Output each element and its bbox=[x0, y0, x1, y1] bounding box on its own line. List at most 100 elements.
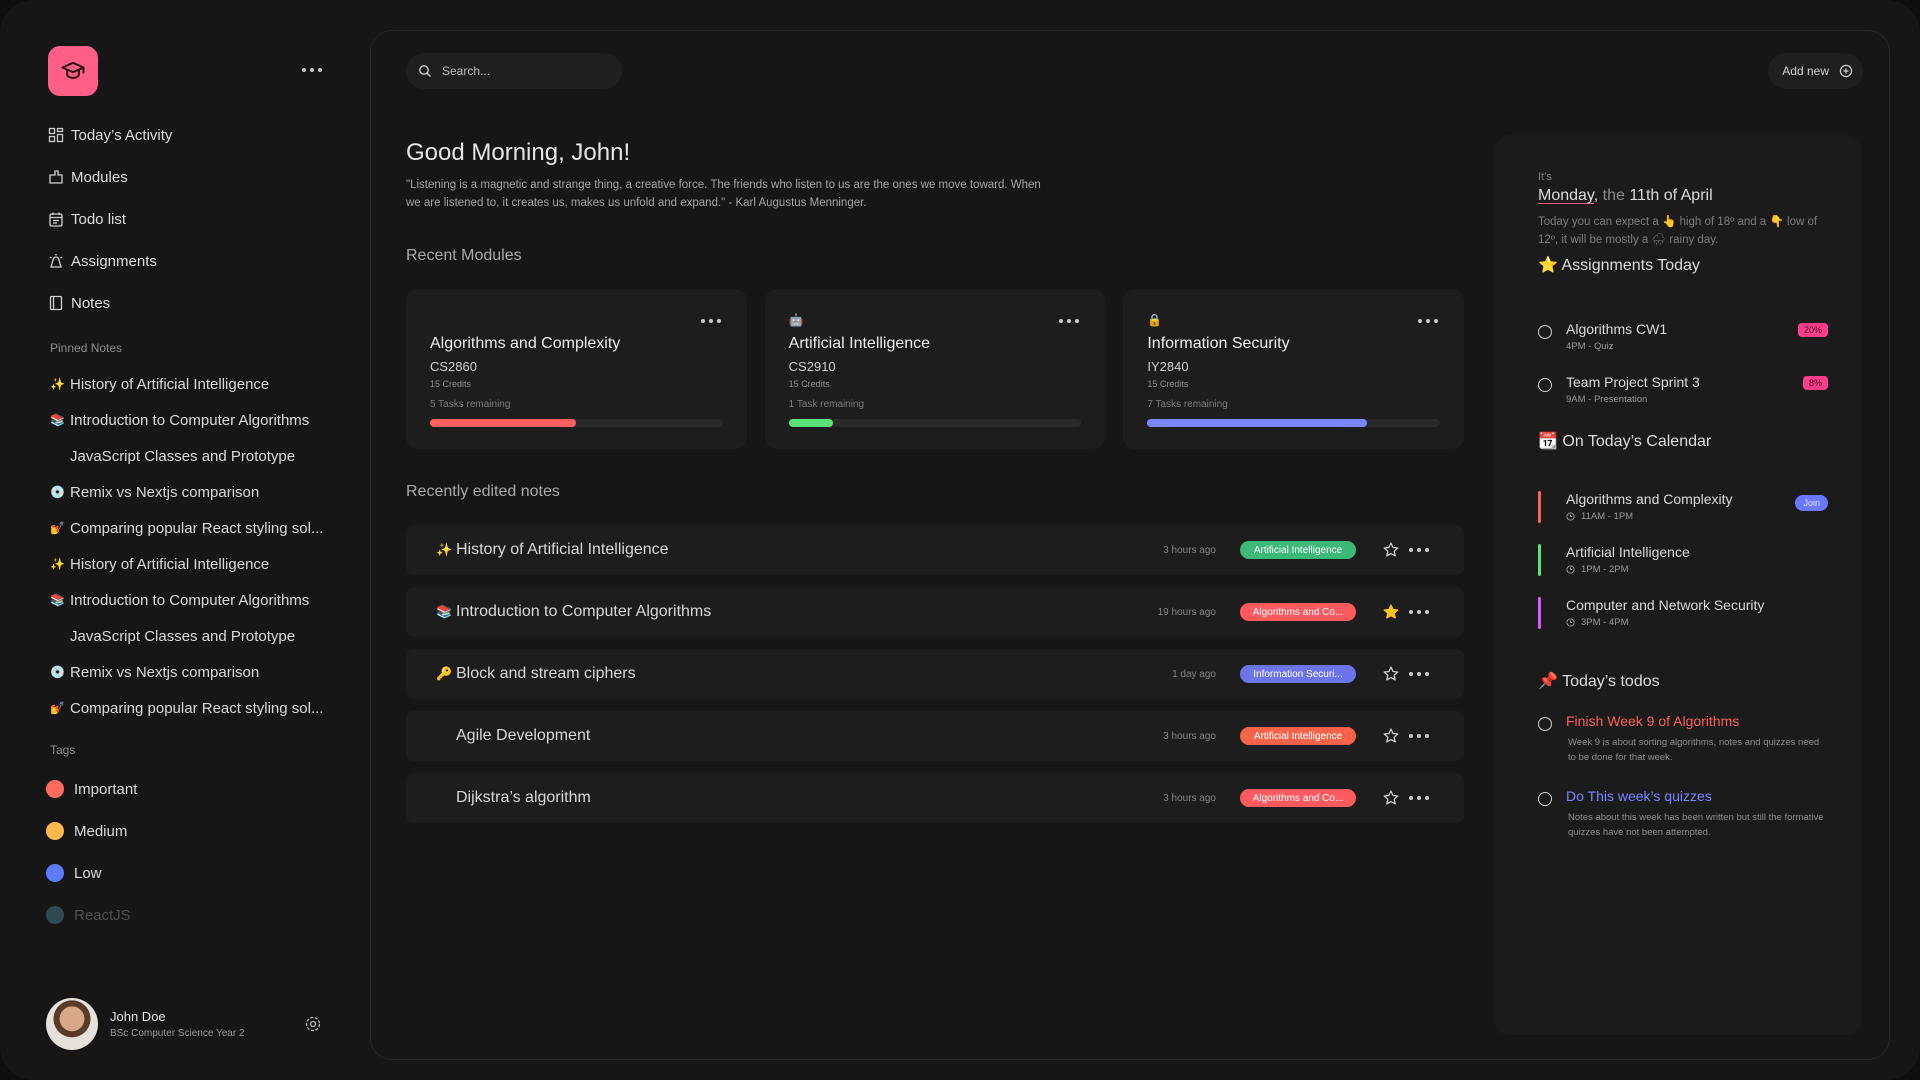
comma: , bbox=[1593, 187, 1603, 204]
search-bar[interactable] bbox=[406, 53, 622, 89]
note-more-button[interactable] bbox=[1409, 548, 1429, 552]
todo-checkbox[interactable] bbox=[1538, 717, 1552, 731]
nav-item-label: Today’s Activity bbox=[71, 126, 173, 144]
pinned-note[interactable]: ✨ History of Artificial Intelligence bbox=[50, 546, 340, 582]
todo-checkbox[interactable] bbox=[1538, 792, 1552, 806]
note-title: Agile Development bbox=[456, 727, 591, 744]
nav-item-assignments[interactable]: Assignments bbox=[48, 240, 338, 282]
tag-important[interactable]: Important bbox=[46, 768, 336, 810]
pinned-note-label: JavaScript Classes and Prototype bbox=[70, 627, 296, 645]
pinned-note[interactable]: 💅 Comparing popular React styling sol... bbox=[50, 510, 340, 546]
tag-color-dot bbox=[46, 780, 64, 798]
nav-item-notes[interactable]: Notes bbox=[48, 282, 338, 324]
event-title: Algorithms and Complexity bbox=[1566, 491, 1733, 507]
module-tasks: 7 Tasks remaining bbox=[1147, 399, 1228, 410]
assignment-title: Team Project Sprint 3 bbox=[1566, 374, 1700, 390]
pinned-note-label: Introduction to Computer Algorithms bbox=[70, 591, 310, 609]
assignment-subtitle: 4PM - Quiz bbox=[1566, 341, 1614, 352]
nav-item-todays-activity[interactable]: Today’s Activity bbox=[48, 114, 338, 156]
module-tasks: 5 Tasks remaining bbox=[430, 399, 511, 410]
join-button[interactable]: Join bbox=[1795, 495, 1828, 511]
nav-item-modules[interactable]: Modules bbox=[48, 156, 338, 198]
robot-icon: 🤖 bbox=[788, 313, 804, 327]
note-tag[interactable]: Artificial Intelligence bbox=[1240, 541, 1356, 559]
note-row[interactable]: Agile Development 3 hours ago Artificial… bbox=[406, 711, 1464, 761]
todos-heading-label: Today’s todos bbox=[1562, 673, 1660, 690]
event-time-text: 3PM - 4PM bbox=[1581, 617, 1629, 628]
pinned-note[interactable]: ✨ History of Artificial Intelligence bbox=[50, 366, 340, 402]
star-icon[interactable] bbox=[1382, 727, 1400, 750]
note-more-button[interactable] bbox=[1409, 796, 1429, 800]
module-card[interactable]: 🤖 Artificial Intelligence CS2910 15 Cred… bbox=[764, 289, 1106, 449]
module-title: Algorithms and Complexity bbox=[430, 335, 621, 352]
pinned-note-label: Remix vs Nextjs comparison bbox=[70, 483, 260, 501]
module-more-button[interactable] bbox=[1418, 319, 1439, 323]
assignment-checkbox[interactable] bbox=[1538, 378, 1552, 392]
note-row[interactable]: Dijkstra’s algorithm 3 hours ago Algorit… bbox=[406, 773, 1464, 823]
pinned-note[interactable]: JavaScript Classes and Prototype bbox=[50, 618, 340, 654]
calendar-event[interactable]: Artificial Intelligence 1PM - 2PM bbox=[1538, 544, 1828, 584]
nav-item-label: Notes bbox=[71, 294, 111, 312]
tag-low[interactable]: Low bbox=[46, 852, 336, 894]
pinned-notes-label: Pinned Notes bbox=[50, 341, 123, 355]
note-row[interactable]: 🔑 Block and stream ciphers 1 day ago Inf… bbox=[406, 649, 1464, 699]
user-profile[interactable]: John Doe BSc Computer Science Year 2 bbox=[46, 998, 326, 1050]
nail-polish-icon: 💅 bbox=[50, 701, 65, 715]
sparkles-icon: ✨ bbox=[50, 377, 65, 391]
note-more-button[interactable] bbox=[1409, 672, 1429, 676]
pinned-note[interactable]: 💿 Remix vs Nextjs comparison bbox=[50, 654, 340, 690]
pinned-note[interactable]: 📚 Introduction to Computer Algorithms bbox=[50, 582, 340, 618]
tag-medium[interactable]: Medium bbox=[46, 810, 336, 852]
module-more-button[interactable] bbox=[1059, 319, 1080, 323]
module-card[interactable]: 🔒 Information Security IY2840 15 Credits… bbox=[1123, 289, 1465, 449]
note-row[interactable]: ✨ History of Artificial Intelligence 3 h… bbox=[406, 525, 1464, 575]
sidebar-more-button[interactable] bbox=[302, 68, 322, 72]
note-row[interactable]: 📚 Introduction to Computer Algorithms 19… bbox=[406, 587, 1464, 637]
note-tag[interactable]: Algorithms and Co... bbox=[1240, 603, 1356, 621]
tag-reactjs[interactable]: ReactJS bbox=[46, 894, 336, 936]
user-subtitle: BSc Computer Science Year 2 bbox=[110, 1028, 245, 1039]
module-more-button[interactable] bbox=[700, 319, 721, 323]
todo-title[interactable]: Finish Week 9 of Algorithms bbox=[1566, 713, 1739, 729]
note-tag[interactable]: Information Securi... bbox=[1240, 665, 1356, 683]
calendar-emoji-icon: 📆 bbox=[1538, 433, 1558, 450]
note-more-button[interactable] bbox=[1409, 610, 1429, 614]
star-icon[interactable] bbox=[1382, 603, 1400, 626]
nail-polish-icon: 💅 bbox=[50, 521, 65, 535]
tag-label: Medium bbox=[74, 822, 128, 840]
assignment-checkbox[interactable] bbox=[1538, 325, 1552, 339]
note-time: 1 day ago bbox=[1172, 668, 1216, 680]
pinned-note-label: History of Artificial Intelligence bbox=[70, 555, 270, 573]
weather-text: high of 18º and a bbox=[1679, 216, 1767, 228]
assignments-heading: ⭐ Assignments Today bbox=[1538, 255, 1700, 275]
module-title: Artificial Intelligence bbox=[788, 335, 931, 352]
note-tag[interactable]: Artificial Intelligence bbox=[1240, 727, 1356, 745]
add-new-button[interactable]: Add new bbox=[1768, 53, 1863, 89]
pinned-note[interactable]: 💅 Comparing popular React styling sol... bbox=[50, 690, 340, 726]
pinned-note-label: JavaScript Classes and Prototype bbox=[70, 447, 296, 465]
note-more-button[interactable] bbox=[1409, 734, 1429, 738]
star-icon[interactable] bbox=[1382, 789, 1400, 812]
star-icon[interactable] bbox=[1382, 541, 1400, 564]
calendar-event[interactable]: Algorithms and Complexity 11AM - 1PM Joi… bbox=[1538, 491, 1828, 531]
pinned-note-label: Introduction to Computer Algorithms bbox=[70, 411, 310, 429]
calendar-event[interactable]: Computer and Network Security 3PM - 4PM bbox=[1538, 597, 1828, 637]
app-logo[interactable] bbox=[48, 46, 98, 96]
assignment-subtitle: 9AM - Presentation bbox=[1566, 394, 1648, 405]
pinned-note[interactable]: 📚 Introduction to Computer Algorithms bbox=[50, 402, 340, 438]
main-panel: Add new Good Morning, John! "Listening i… bbox=[370, 30, 1890, 1060]
notebook-icon bbox=[48, 295, 64, 311]
star-icon[interactable] bbox=[1382, 665, 1400, 688]
todo-title[interactable]: Do This week’s quizzes bbox=[1566, 788, 1712, 804]
assignment-item: Team Project Sprint 3 9AM - Presentation… bbox=[1538, 374, 1828, 414]
settings-gear-icon[interactable] bbox=[304, 1015, 322, 1038]
pinned-note[interactable]: JavaScript Classes and Prototype bbox=[50, 438, 340, 474]
note-tag[interactable]: Algorithms and Co... bbox=[1240, 789, 1356, 807]
search-input[interactable] bbox=[442, 64, 592, 78]
date-text: 11th of April bbox=[1629, 187, 1713, 204]
module-card[interactable]: Algorithms and Complexity CS2860 15 Cred… bbox=[406, 289, 747, 449]
sparkles-icon: ✨ bbox=[436, 542, 453, 557]
nav-item-todo-list[interactable]: Todo list bbox=[48, 198, 338, 240]
pinned-note[interactable]: 💿 Remix vs Nextjs comparison bbox=[50, 474, 340, 510]
app-window: Today’s Activity Modules Todo list Assig… bbox=[0, 0, 1920, 1080]
